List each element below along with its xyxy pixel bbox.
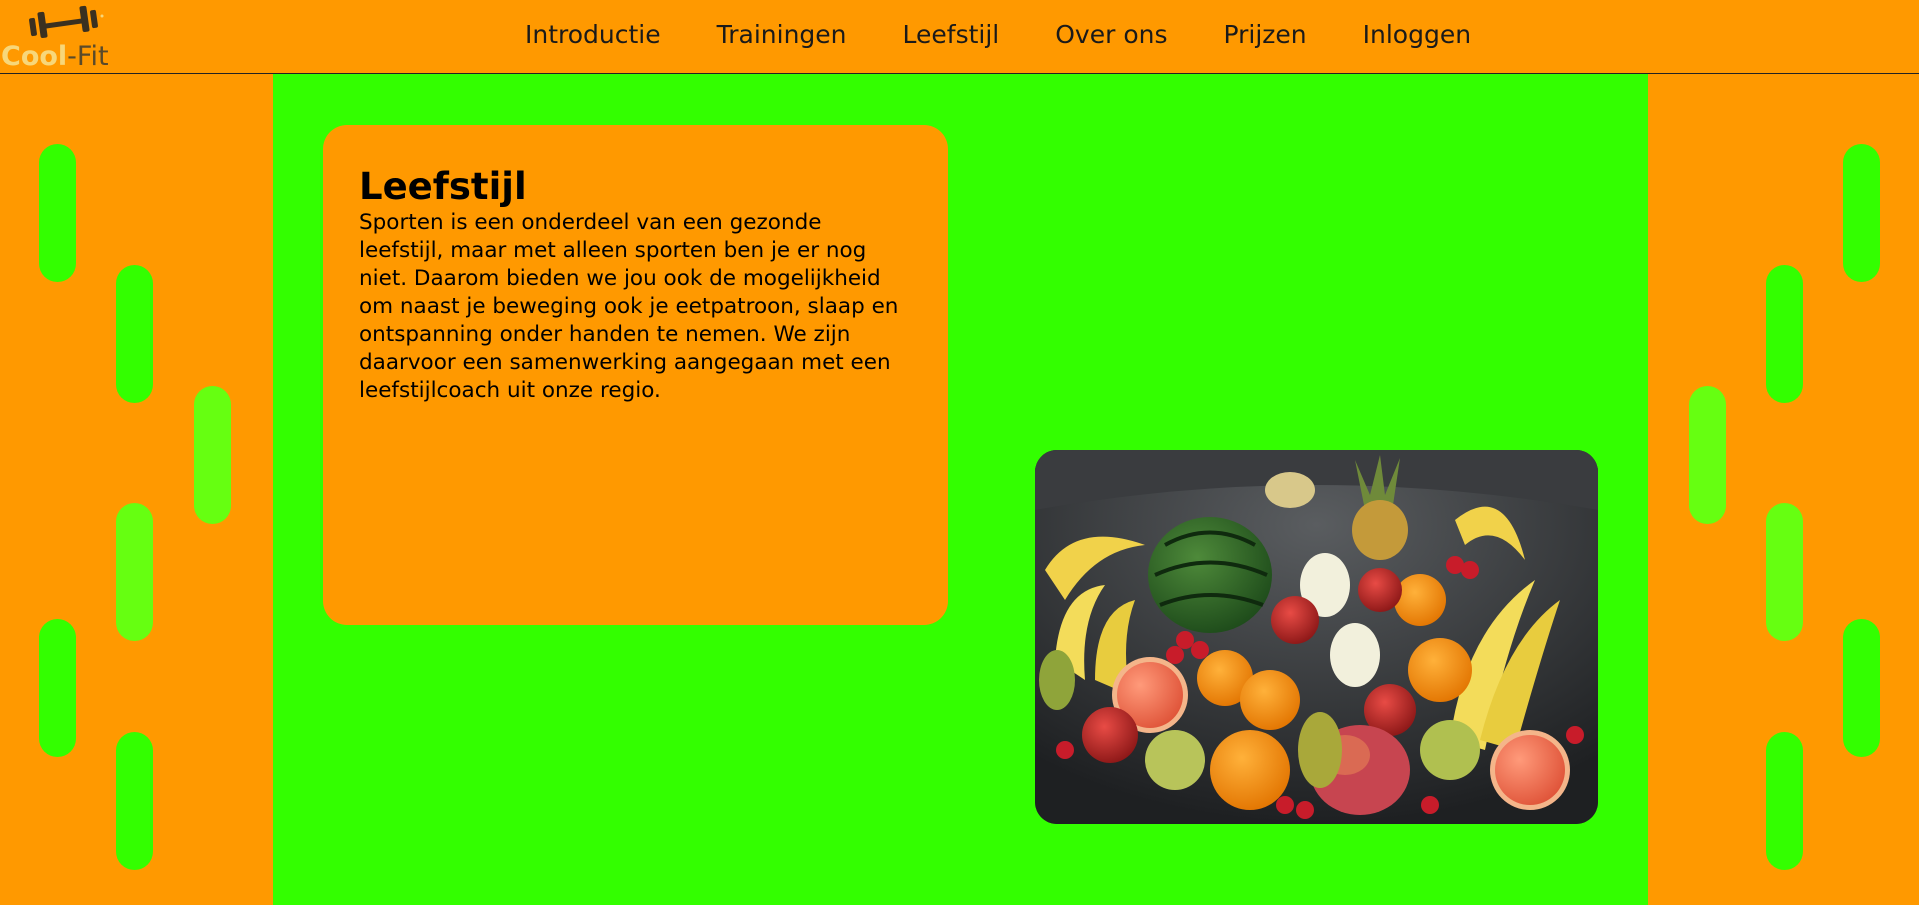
nav-trainingen[interactable]: Trainingen [717,20,847,49]
decor-stripe [1766,503,1803,641]
decor-stripe [116,732,153,870]
main-content: Leefstijl Sporten is een onderdeel van e… [273,74,1648,905]
decor-stripe [39,619,76,757]
decor-stripe [116,265,153,403]
leefstijl-card: Leefstijl Sporten is een onderdeel van e… [323,125,948,625]
decor-stripe [1843,144,1880,282]
decor-stripe [116,503,153,641]
decor-stripe [1689,386,1726,524]
decor-stripe [1843,619,1880,757]
fruit-photo [1035,450,1598,824]
brand-name-fit: -Fit [67,41,109,72]
site-header: Cool-Fit Introductie Trainingen Leefstij… [0,0,1919,74]
fruit-illustration [1035,450,1598,824]
decor-stripe [1766,265,1803,403]
intro-text: Sporten is een onderdeel van een gezonde… [359,210,899,403]
nav-prijzen[interactable]: Prijzen [1223,20,1306,49]
page-title: Leefstijl [359,165,527,208]
nav-inloggen[interactable]: Inloggen [1363,20,1471,49]
decor-stripe [1766,732,1803,870]
decor-stripe [39,144,76,282]
decor-stripe [194,386,231,524]
brand-name-cool: Cool [1,41,68,72]
nav-over-ons[interactable]: Over ons [1055,20,1167,49]
dumbbell-icon [29,5,104,39]
nav-leefstijl[interactable]: Leefstijl [903,20,1000,49]
nav-introductie[interactable]: Introductie [525,20,661,49]
logo[interactable]: Cool-Fit [0,0,120,73]
main-nav: Introductie Trainingen Leefstijl Over on… [497,0,1499,69]
